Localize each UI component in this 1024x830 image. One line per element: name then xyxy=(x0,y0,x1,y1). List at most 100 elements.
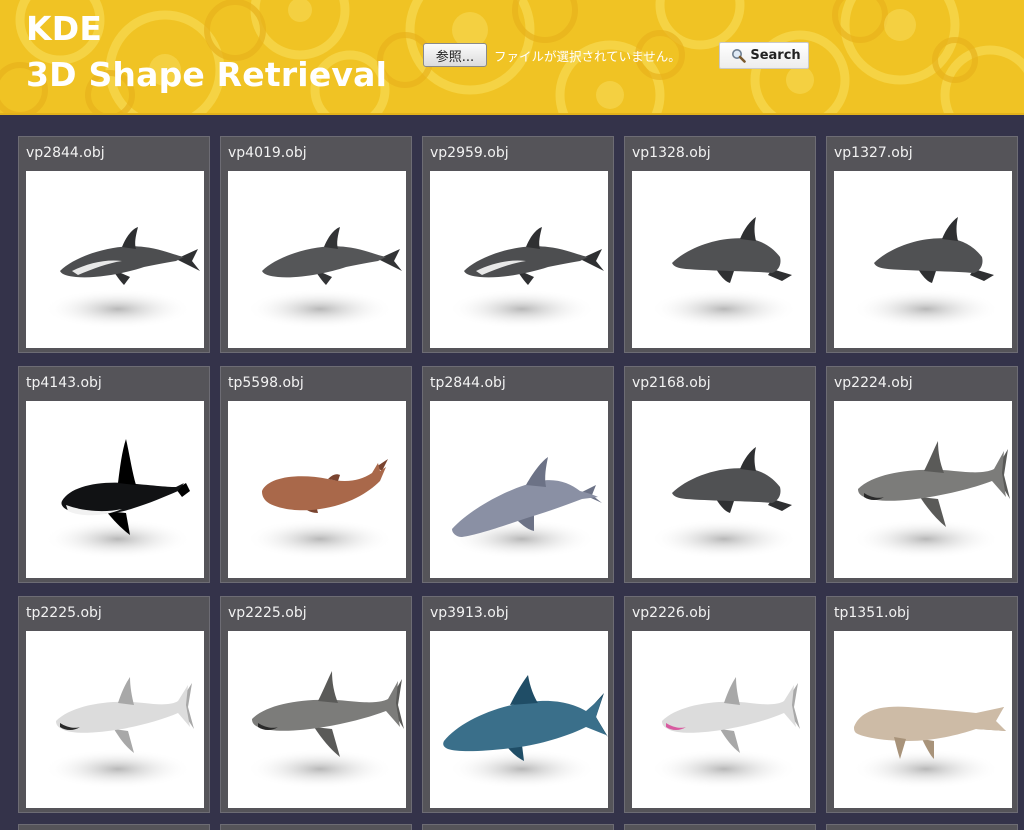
result-card-partial[interactable] xyxy=(220,824,412,830)
result-card[interactable]: vp2168.obj xyxy=(624,366,816,583)
result-filename: vp2959.obj xyxy=(430,145,509,161)
body xyxy=(262,246,386,278)
shape-thumbnail xyxy=(632,171,810,348)
shape-thumbnail xyxy=(834,171,1012,348)
dorsal-fin xyxy=(924,441,944,473)
results-grid: vp2844.obj vp4019.obj vp2959.obj vp1328.… xyxy=(18,136,1024,813)
drop-shadow xyxy=(852,289,1000,329)
shape-thumbnail xyxy=(834,631,1012,808)
shape-render xyxy=(650,217,798,329)
shape-render xyxy=(246,671,404,789)
drop-shadow xyxy=(852,749,1000,789)
result-filename: vp2225.obj xyxy=(228,605,307,621)
result-filename: tp1351.obj xyxy=(834,605,910,621)
result-card[interactable]: tp5598.obj xyxy=(220,366,412,583)
body xyxy=(672,468,781,503)
result-card[interactable]: vp2959.obj xyxy=(422,136,614,353)
body xyxy=(262,463,386,511)
drop-shadow xyxy=(246,749,394,789)
dorsal-fin xyxy=(526,457,548,487)
header-banner: KDE 3D Shape Retrieval 参照... ファイルが選択されてい… xyxy=(0,0,1024,115)
drop-shadow xyxy=(650,749,798,789)
search-button-label: Search xyxy=(750,48,801,63)
shape-render xyxy=(44,677,194,789)
result-filename: tp5598.obj xyxy=(228,375,304,391)
result-filename: tp4143.obj xyxy=(26,375,102,391)
result-card[interactable]: tp4143.obj xyxy=(18,366,210,583)
dorsal-fin xyxy=(122,227,138,249)
dorsal-fin xyxy=(724,677,740,705)
body xyxy=(874,238,983,273)
result-filename: vp2224.obj xyxy=(834,375,913,391)
drop-shadow xyxy=(44,749,192,789)
shape-thumbnail xyxy=(632,631,810,808)
tail-fin xyxy=(176,249,200,271)
result-card[interactable]: vp1328.obj xyxy=(624,136,816,353)
drop-shadow xyxy=(44,289,192,329)
file-status-text: ファイルが選択されていません。 xyxy=(494,49,681,64)
drop-shadow xyxy=(448,289,596,329)
shape-render xyxy=(44,227,200,329)
site-title-line1: KDE xyxy=(26,9,103,48)
result-filename: vp1327.obj xyxy=(834,145,913,161)
result-filename: vp2168.obj xyxy=(632,375,711,391)
shape-render xyxy=(852,217,1000,329)
pectoral-fin xyxy=(716,499,734,513)
dorsal-fin xyxy=(526,227,542,249)
dorsal-fin xyxy=(118,439,136,485)
result-card[interactable]: vp4019.obj xyxy=(220,136,412,353)
shape-thumbnail xyxy=(228,631,406,808)
search-button[interactable]: Search xyxy=(719,42,809,69)
tail-fin xyxy=(378,249,402,271)
result-card-partial[interactable] xyxy=(624,824,816,830)
shape-thumbnail xyxy=(430,401,608,578)
next-results-row xyxy=(18,824,1024,830)
result-card[interactable]: vp2226.obj xyxy=(624,596,816,813)
drop-shadow xyxy=(44,519,192,559)
shape-render xyxy=(852,441,1010,559)
result-card[interactable]: tp2844.obj xyxy=(422,366,614,583)
result-filename: tp2225.obj xyxy=(26,605,102,621)
site-title: KDE 3D Shape Retrieval xyxy=(26,6,387,98)
shape-thumbnail xyxy=(228,171,406,348)
result-card[interactable]: tp1351.obj xyxy=(826,596,1018,813)
dorsal-fin xyxy=(942,217,958,241)
drop-shadow xyxy=(650,519,798,559)
result-card[interactable]: vp2844.obj xyxy=(18,136,210,353)
result-card[interactable]: vp3913.obj xyxy=(422,596,614,813)
pectoral-fin xyxy=(716,269,734,283)
shape-thumbnail xyxy=(26,171,204,348)
shape-render xyxy=(246,459,394,559)
drop-shadow xyxy=(246,519,394,559)
result-filename: vp3913.obj xyxy=(430,605,509,621)
body xyxy=(854,706,1006,741)
result-filename: vp1328.obj xyxy=(632,145,711,161)
drop-shadow xyxy=(246,289,394,329)
shape-thumbnail xyxy=(430,171,608,348)
site-title-line2: 3D Shape Retrieval xyxy=(26,55,388,94)
result-card-partial[interactable] xyxy=(18,824,210,830)
result-card-partial[interactable] xyxy=(826,824,1018,830)
shape-render xyxy=(852,706,1006,789)
drop-shadow xyxy=(852,519,1000,559)
shape-render xyxy=(448,457,602,559)
shape-thumbnail xyxy=(228,401,406,578)
result-card[interactable]: tp2225.obj xyxy=(18,596,210,813)
dorsal-fin xyxy=(318,671,338,703)
result-card[interactable]: vp2224.obj xyxy=(826,366,1018,583)
shape-thumbnail xyxy=(26,631,204,808)
drop-shadow xyxy=(650,289,798,329)
result-card[interactable]: vp1327.obj xyxy=(826,136,1018,353)
tail-fin xyxy=(580,249,604,271)
result-filename: vp2844.obj xyxy=(26,145,105,161)
result-filename: vp4019.obj xyxy=(228,145,307,161)
result-card-partial[interactable] xyxy=(422,824,614,830)
file-browse-button[interactable]: 参照... xyxy=(423,43,487,67)
shape-render xyxy=(650,447,798,559)
pectoral-fin xyxy=(918,269,936,283)
dorsal-fin xyxy=(740,447,756,471)
result-card[interactable]: vp2225.obj xyxy=(220,596,412,813)
body xyxy=(672,238,781,273)
dorsal-fin xyxy=(324,227,340,249)
shape-render xyxy=(448,227,604,329)
